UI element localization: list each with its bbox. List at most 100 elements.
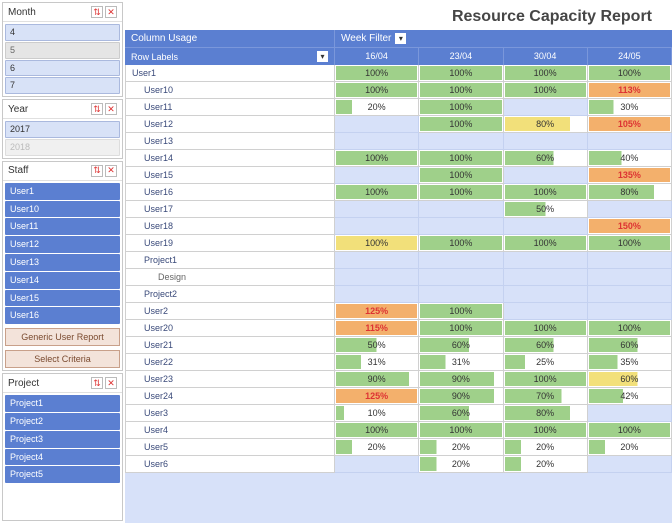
data-cell[interactable]: 42% <box>588 388 672 405</box>
data-cell[interactable] <box>335 201 419 218</box>
slicer-item[interactable]: User14 <box>5 272 120 289</box>
data-cell[interactable]: 100% <box>588 422 672 439</box>
row-label[interactable]: User13 <box>125 133 335 150</box>
slicer-item[interactable]: Project5 <box>5 466 120 483</box>
data-cell[interactable]: 100% <box>419 184 503 201</box>
data-cell[interactable]: 80% <box>504 116 588 133</box>
data-cell[interactable] <box>588 456 672 473</box>
data-cell[interactable]: 30% <box>588 99 672 116</box>
slicer-item[interactable]: User11 <box>5 218 120 235</box>
row-label[interactable]: User15 <box>125 167 335 184</box>
data-cell[interactable]: 20% <box>335 99 419 116</box>
row-labels-dropdown-icon[interactable]: ▾ <box>317 51 328 62</box>
row-label[interactable]: User18 <box>125 218 335 235</box>
clear-filter-icon[interactable]: ✕ <box>105 165 117 177</box>
data-cell[interactable]: 100% <box>419 150 503 167</box>
data-cell[interactable] <box>335 286 419 303</box>
data-cell[interactable]: 100% <box>335 422 419 439</box>
data-cell[interactable]: 100% <box>419 303 503 320</box>
data-cell[interactable] <box>588 201 672 218</box>
row-label[interactable]: User21 <box>125 337 335 354</box>
data-cell[interactable]: 100% <box>419 422 503 439</box>
data-cell[interactable]: 50% <box>335 337 419 354</box>
data-cell[interactable]: 125% <box>335 388 419 405</box>
data-cell[interactable] <box>419 133 503 150</box>
row-label[interactable]: User6 <box>125 456 335 473</box>
slicer-item[interactable]: 6 <box>5 60 120 77</box>
data-cell[interactable]: 125% <box>335 303 419 320</box>
slicer-item[interactable]: User1 <box>5 183 120 200</box>
clear-filter-icon[interactable]: ✕ <box>105 377 117 389</box>
clear-filter-icon[interactable]: ✕ <box>105 103 117 115</box>
row-label[interactable]: User11 <box>125 99 335 116</box>
row-label[interactable]: User17 <box>125 201 335 218</box>
row-label[interactable]: User14 <box>125 150 335 167</box>
data-cell[interactable]: 150% <box>588 218 672 235</box>
data-cell[interactable]: 80% <box>504 405 588 422</box>
data-cell[interactable] <box>335 218 419 235</box>
row-label[interactable]: User16 <box>125 184 335 201</box>
slicer-item[interactable]: User10 <box>5 201 120 218</box>
data-cell[interactable]: 100% <box>335 82 419 99</box>
data-cell[interactable] <box>419 201 503 218</box>
slicer-item[interactable]: Project4 <box>5 449 120 466</box>
data-cell[interactable] <box>588 405 672 422</box>
row-label[interactable]: User10 <box>125 82 335 99</box>
slicer-item[interactable]: 2018 <box>5 139 120 156</box>
row-label[interactable]: User19 <box>125 235 335 252</box>
filter-icon[interactable]: ⇅ <box>91 103 103 115</box>
row-labels-header[interactable]: Row Labels ▾ <box>125 48 335 65</box>
data-cell[interactable]: 100% <box>419 82 503 99</box>
data-cell[interactable]: 70% <box>504 388 588 405</box>
row-label[interactable]: Project2 <box>125 286 335 303</box>
slicer-item[interactable]: User15 <box>5 290 120 307</box>
select-criteria-button[interactable]: Select Criteria <box>5 350 120 368</box>
data-cell[interactable]: 135% <box>588 167 672 184</box>
row-label[interactable]: Design <box>125 269 335 286</box>
data-cell[interactable]: 100% <box>588 320 672 337</box>
row-label[interactable]: User4 <box>125 422 335 439</box>
slicer-item[interactable]: Project1 <box>5 395 120 412</box>
slicer-item[interactable]: 2017 <box>5 121 120 138</box>
data-cell[interactable] <box>419 252 503 269</box>
data-cell[interactable]: 60% <box>419 405 503 422</box>
data-cell[interactable] <box>504 218 588 235</box>
row-label[interactable]: User23 <box>125 371 335 388</box>
row-label[interactable]: Project1 <box>125 252 335 269</box>
data-cell[interactable] <box>419 269 503 286</box>
data-cell[interactable]: 10% <box>335 405 419 422</box>
data-cell[interactable]: 20% <box>588 439 672 456</box>
slicer-item[interactable]: User12 <box>5 236 120 253</box>
data-cell[interactable] <box>335 252 419 269</box>
data-cell[interactable]: 100% <box>419 99 503 116</box>
data-cell[interactable]: 100% <box>504 320 588 337</box>
data-cell[interactable]: 100% <box>504 235 588 252</box>
data-cell[interactable] <box>588 252 672 269</box>
data-cell[interactable]: 115% <box>335 320 419 337</box>
data-cell[interactable]: 100% <box>335 150 419 167</box>
data-cell[interactable]: 35% <box>588 354 672 371</box>
data-cell[interactable] <box>588 303 672 320</box>
row-label[interactable]: User22 <box>125 354 335 371</box>
row-label[interactable]: User20 <box>125 320 335 337</box>
data-cell[interactable]: 100% <box>504 422 588 439</box>
data-cell[interactable]: 90% <box>419 388 503 405</box>
data-cell[interactable]: 25% <box>504 354 588 371</box>
data-cell[interactable]: 20% <box>335 439 419 456</box>
data-cell[interactable]: 20% <box>419 456 503 473</box>
data-cell[interactable]: 100% <box>504 65 588 82</box>
slicer-item[interactable]: User16 <box>5 307 120 324</box>
slicer-item[interactable]: 7 <box>5 77 120 94</box>
data-cell[interactable] <box>335 269 419 286</box>
row-label[interactable]: User3 <box>125 405 335 422</box>
data-cell[interactable]: 50% <box>504 201 588 218</box>
data-cell[interactable] <box>335 167 419 184</box>
slicer-item[interactable]: 5 <box>5 42 120 59</box>
data-cell[interactable] <box>504 167 588 184</box>
filter-icon[interactable]: ⇅ <box>91 377 103 389</box>
data-cell[interactable]: 31% <box>419 354 503 371</box>
clear-filter-icon[interactable]: ✕ <box>105 6 117 18</box>
data-cell[interactable] <box>504 99 588 116</box>
data-cell[interactable]: 100% <box>419 320 503 337</box>
data-cell[interactable]: 60% <box>504 337 588 354</box>
